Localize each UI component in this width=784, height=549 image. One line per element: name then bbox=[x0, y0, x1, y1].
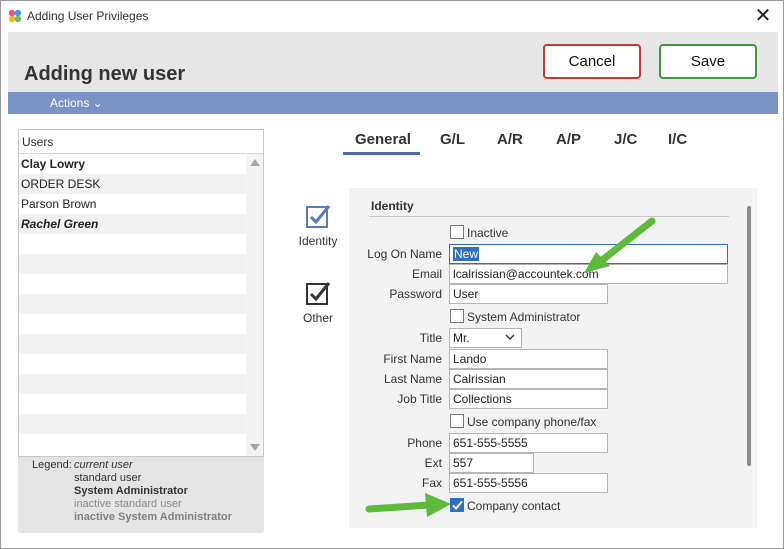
save-button[interactable]: Save bbox=[659, 44, 757, 79]
legend-standard-user: standard user bbox=[74, 472, 142, 484]
scroll-down-icon[interactable] bbox=[250, 444, 260, 451]
tab-general[interactable]: General bbox=[355, 131, 411, 148]
job-title-label: Job Title bbox=[397, 392, 442, 406]
list-item[interactable]: Clay Lowry bbox=[19, 154, 247, 174]
logon-label: Log On Name bbox=[367, 247, 442, 261]
title-label: Title bbox=[419, 331, 442, 345]
legend-inactive-system-administrator: inactive System Administrator bbox=[74, 511, 232, 523]
scroll-up-icon[interactable] bbox=[250, 159, 260, 166]
users-list: Users Clay Lowry ORDER DESK Parson Brown… bbox=[18, 129, 264, 457]
empty-row bbox=[19, 314, 247, 334]
empty-row bbox=[19, 394, 247, 414]
empty-row bbox=[19, 434, 247, 454]
annotation-arrow-icon bbox=[365, 493, 451, 517]
header-bar: Adding new user Cancel Save bbox=[8, 32, 778, 92]
legend-system-administrator: System Administrator bbox=[74, 485, 188, 497]
ext-input[interactable]: 557 bbox=[449, 453, 534, 473]
password-input[interactable]: User bbox=[449, 284, 608, 304]
actions-menu[interactable]: Actions ⌄ bbox=[50, 96, 103, 110]
section-title: Identity bbox=[371, 199, 414, 213]
form-scrollbar[interactable] bbox=[742, 188, 757, 528]
title-select[interactable]: Mr. bbox=[449, 328, 522, 348]
empty-row bbox=[19, 334, 247, 354]
empty-row bbox=[19, 294, 247, 314]
empty-row bbox=[19, 414, 247, 434]
password-label: Password bbox=[389, 287, 442, 301]
app-logo-icon bbox=[8, 9, 22, 23]
action-bar: Actions ⌄ bbox=[8, 92, 778, 114]
inactive-checkbox[interactable] bbox=[450, 225, 464, 239]
close-icon[interactable]: ✕ bbox=[749, 4, 777, 28]
list-item[interactable]: Parson Brown bbox=[19, 194, 247, 214]
active-tab-indicator bbox=[343, 152, 420, 155]
form-scroll-thumb[interactable] bbox=[747, 206, 751, 466]
company-contact-label: Company contact bbox=[467, 499, 561, 513]
identity-checkbox-icon bbox=[306, 205, 331, 228]
use-company-phone-label: Use company phone/fax bbox=[467, 415, 597, 429]
users-scrollbar[interactable] bbox=[246, 154, 263, 456]
annotation-arrow-icon bbox=[584, 217, 656, 273]
logon-input-value: New bbox=[453, 247, 480, 261]
system-administrator-checkbox[interactable] bbox=[450, 309, 464, 323]
dialog-window: Adding User Privileges ✕ Adding new user… bbox=[0, 0, 784, 549]
last-name-label: Last Name bbox=[383, 372, 442, 386]
tab-jc[interactable]: J/C bbox=[614, 131, 637, 148]
job-title-input[interactable]: Collections bbox=[449, 389, 608, 409]
system-administrator-label: System Administrator bbox=[467, 310, 581, 324]
side-nav-identity[interactable]: Identity bbox=[288, 203, 348, 248]
side-nav-identity-label: Identity bbox=[298, 234, 338, 248]
chevron-down-icon bbox=[505, 334, 515, 341]
page-title: Adding new user bbox=[24, 63, 186, 85]
users-rows: Clay Lowry ORDER DESK Parson Brown Rache… bbox=[19, 154, 247, 454]
first-name-label: First Name bbox=[383, 352, 442, 366]
tab-ic[interactable]: I/C bbox=[668, 131, 687, 148]
last-name-input[interactable]: Calrissian bbox=[449, 369, 608, 389]
legend-inactive-standard-user: inactive standard user bbox=[74, 498, 182, 510]
empty-row bbox=[19, 354, 247, 374]
tab-ar[interactable]: A/R bbox=[497, 131, 523, 148]
fax-label: Fax bbox=[421, 476, 442, 490]
title-select-value: Mr. bbox=[453, 331, 470, 345]
empty-row bbox=[19, 274, 247, 294]
title-bar: Adding User Privileges ✕ bbox=[1, 1, 783, 31]
empty-row bbox=[19, 254, 247, 274]
legend-current-user: current user bbox=[74, 459, 133, 471]
users-panel: Users Clay Lowry ORDER DESK Parson Brown… bbox=[18, 129, 264, 533]
section-divider bbox=[369, 216, 729, 217]
cancel-button[interactable]: Cancel bbox=[543, 44, 641, 79]
tab-ap[interactable]: A/P bbox=[556, 131, 581, 148]
list-item[interactable]: ORDER DESK bbox=[19, 174, 247, 194]
phone-label: Phone bbox=[407, 436, 442, 450]
empty-row bbox=[19, 234, 247, 254]
list-item[interactable]: Rachel Green bbox=[19, 214, 247, 234]
phone-input[interactable]: 651-555-5555 bbox=[449, 433, 608, 453]
users-list-header: Users bbox=[19, 130, 263, 154]
tab-gl[interactable]: G/L bbox=[440, 131, 465, 148]
empty-row bbox=[19, 374, 247, 394]
use-company-phone-checkbox[interactable] bbox=[450, 414, 464, 428]
side-nav-other-label: Other bbox=[302, 311, 333, 325]
window-title: Adding User Privileges bbox=[27, 9, 149, 23]
inactive-label: Inactive bbox=[467, 226, 509, 240]
ext-label: Ext bbox=[424, 456, 442, 470]
email-label: Email bbox=[411, 267, 442, 281]
first-name-input[interactable]: Lando bbox=[449, 349, 608, 369]
fax-input[interactable]: 651-555-5556 bbox=[449, 473, 608, 493]
legend-label: Legend: bbox=[32, 459, 72, 471]
legend-items: current user standard user System Admini… bbox=[74, 459, 254, 524]
